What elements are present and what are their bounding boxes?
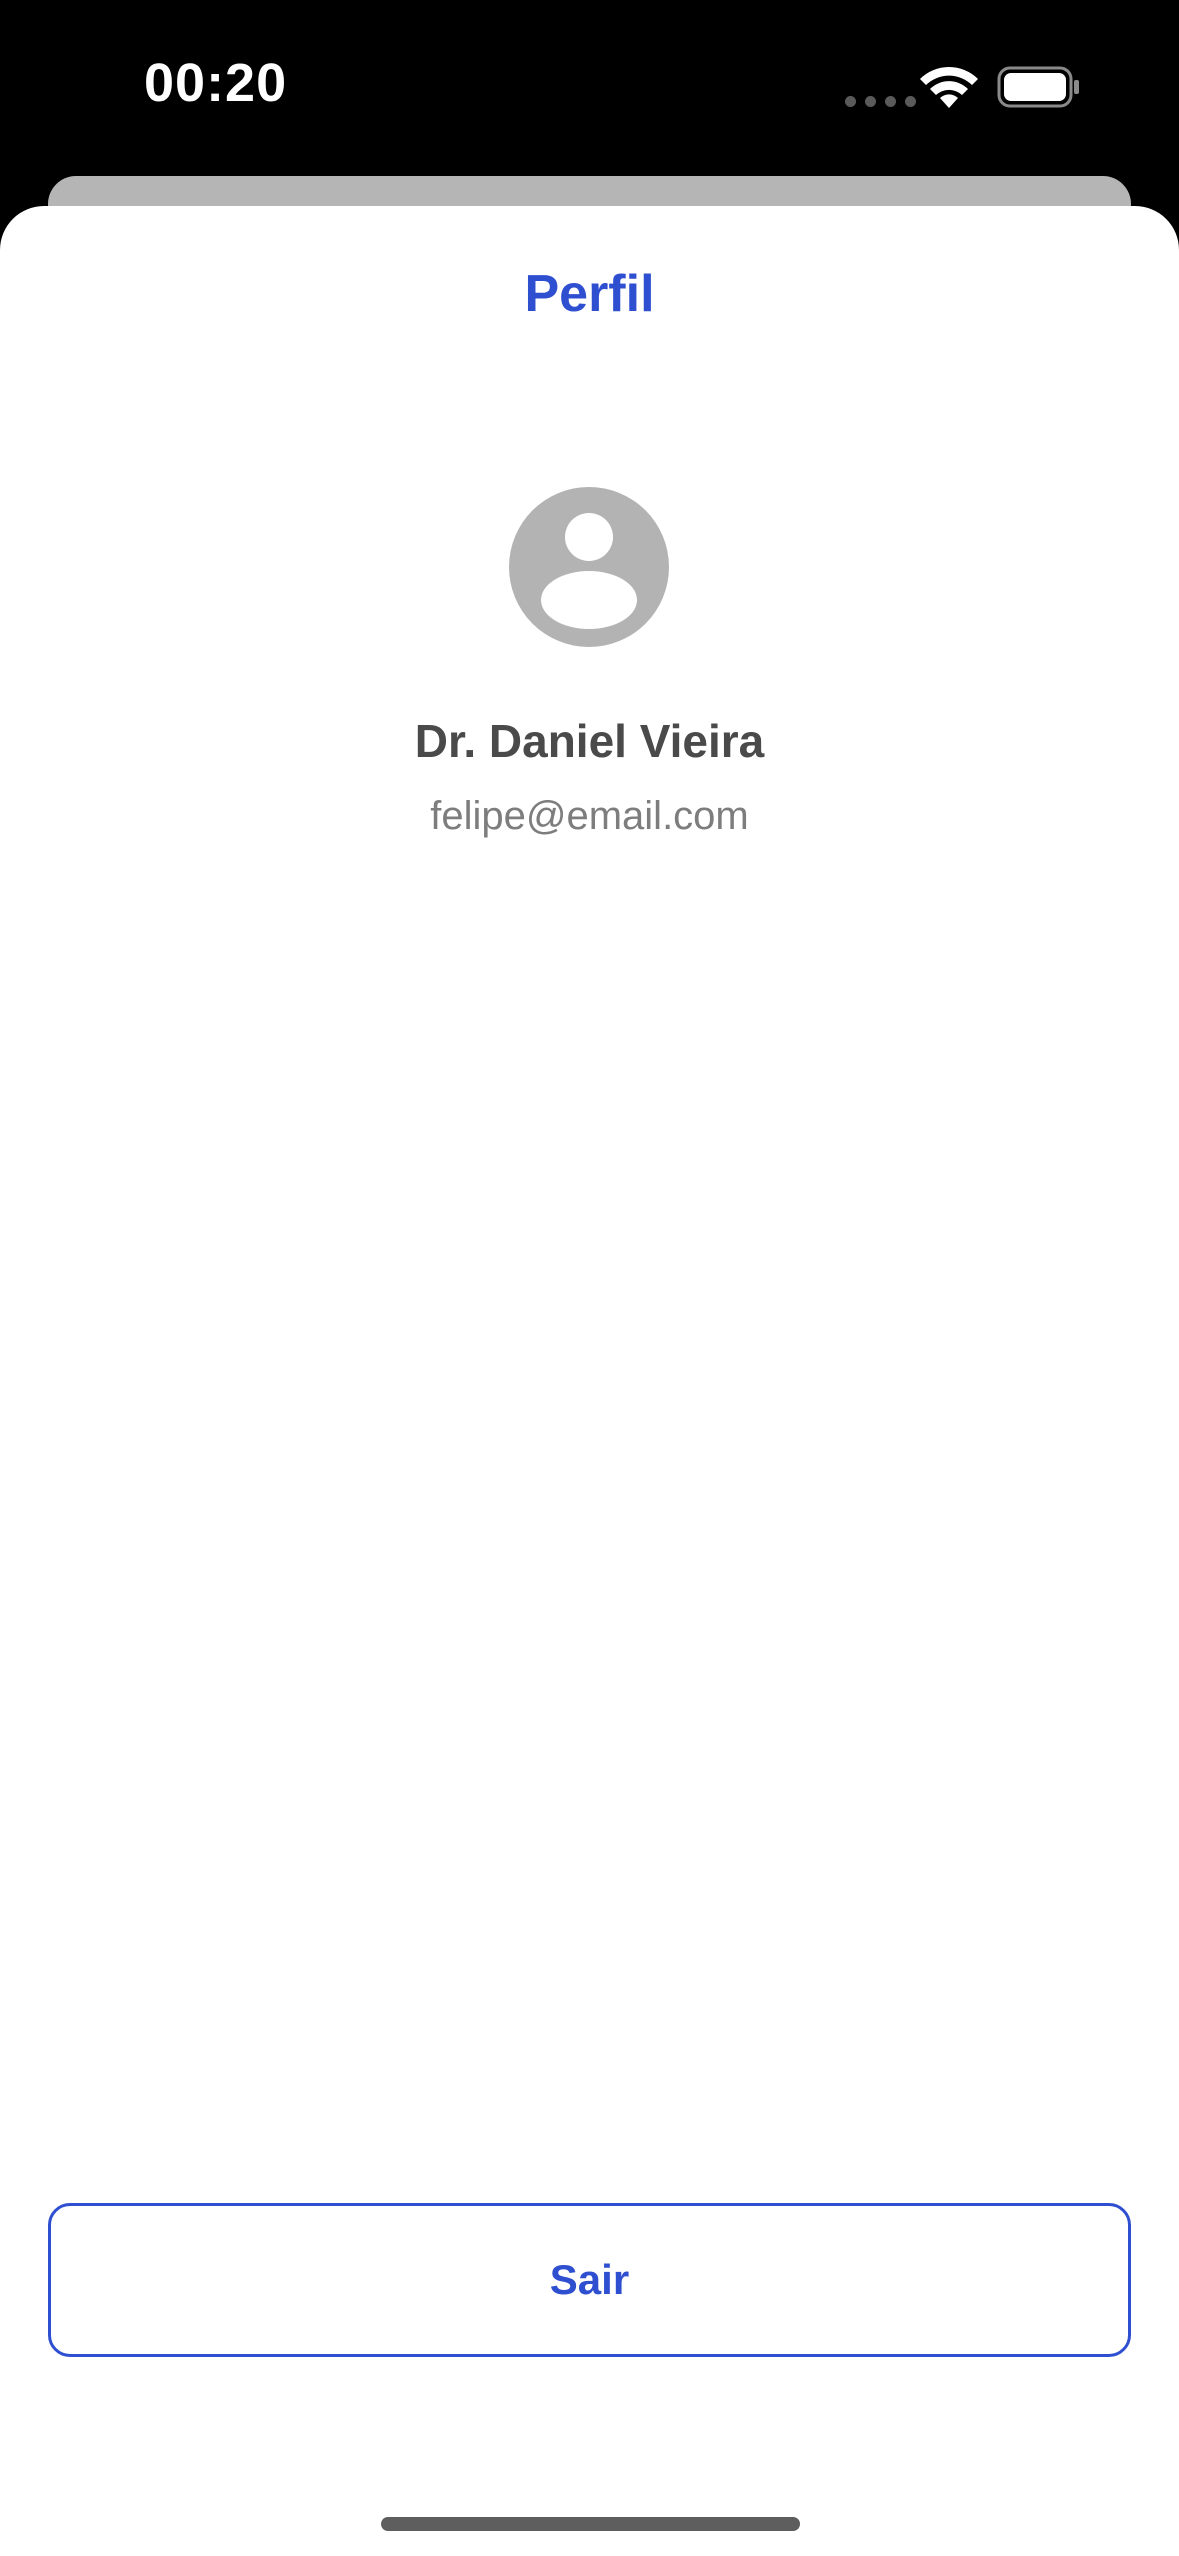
- battery-icon: [997, 66, 1079, 108]
- wifi-icon: [920, 66, 978, 108]
- logout-button-label: Sair: [549, 2256, 630, 2303]
- user-name: Dr. Daniel Vieira: [414, 715, 765, 767]
- status-bar: 00:20: [0, 0, 1179, 175]
- status-time: 00:20: [144, 53, 288, 113]
- home-indicator[interactable]: [381, 2517, 800, 2531]
- user-email: felipe@email.com: [430, 794, 749, 838]
- page-title: Perfil: [524, 265, 655, 323]
- screen: 00:20 Perfil Dr. Daniel Vieira felipe@em…: [0, 0, 1179, 2556]
- cellular-dots-icon: [845, 96, 916, 107]
- user-avatar-icon: [509, 487, 669, 647]
- profile-sheet: Perfil Dr. Daniel Vieira felipe@email.co…: [0, 206, 1179, 2556]
- logout-button[interactable]: Sair: [48, 2203, 1131, 2357]
